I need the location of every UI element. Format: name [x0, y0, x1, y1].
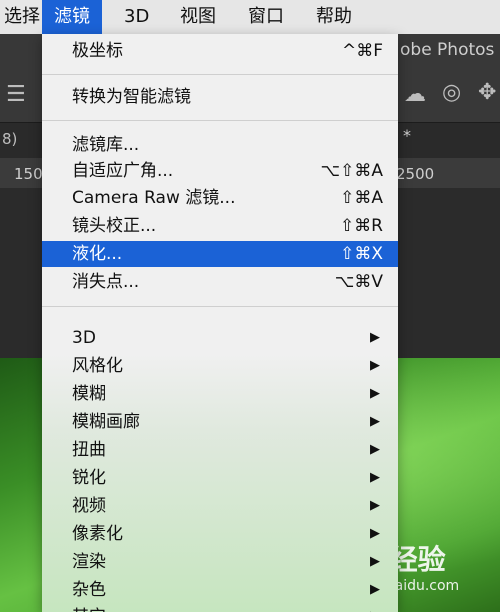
menu-separator — [42, 120, 398, 121]
menu-item-label: 消失点... — [72, 272, 140, 292]
menu-item-label: 其它 — [72, 604, 106, 612]
menu-item-distort[interactable]: 扭曲 ▶ — [42, 437, 398, 463]
menu-item-shortcut: ⇧⌘A — [340, 188, 383, 208]
menu-item-noise[interactable]: 杂色 ▶ — [42, 577, 398, 603]
menu-item-label: 极坐标 — [72, 41, 123, 61]
menu-item-filter-gallery[interactable]: 滤镜库... — [42, 132, 398, 158]
align-icon[interactable]: ☰ — [6, 84, 26, 106]
menu-item-vanishing-point[interactable]: 消失点... ⌥⌘V — [42, 269, 398, 295]
menu-item-shortcut: ⌥⌘V — [334, 272, 383, 292]
menu-item-label: 扭曲 — [72, 440, 106, 460]
submenu-arrow-icon: ▶ — [370, 330, 380, 345]
menu-item-lens-correction[interactable]: 镜头校正... ⇧⌘R — [42, 213, 398, 239]
menu-item-label: 渲染 — [72, 552, 106, 572]
menu-item-shortcut: ⇧⌘X — [340, 244, 383, 264]
submenu-arrow-icon: ▶ — [370, 526, 380, 541]
menu-item-render[interactable]: 渲染 ▶ — [42, 549, 398, 575]
orbit-icon[interactable]: ☁ — [404, 84, 426, 106]
submenu-arrow-icon: ▶ — [370, 414, 380, 429]
submenu-arrow-icon: ▶ — [370, 604, 380, 612]
submenu-arrow-icon: ▶ — [370, 470, 380, 485]
menu-item-blur[interactable]: 模糊 ▶ — [42, 381, 398, 407]
menu-item-liquify[interactable]: 液化... ⇧⌘X — [42, 241, 398, 267]
submenu-arrow-icon: ▶ — [370, 358, 380, 373]
menu-3d[interactable]: 3D — [112, 0, 161, 34]
ruler-label-right: 2500 — [396, 165, 435, 183]
window-title: obe Photos — [400, 40, 495, 60]
document-tab[interactable]: 8) — [2, 130, 17, 148]
menu-item-sharpen[interactable]: 锐化 ▶ — [42, 465, 398, 491]
menu-item-adaptive-wide-angle[interactable]: 自适应广角... ⌥⇧⌘A — [42, 158, 398, 184]
menu-item-3d[interactable]: 3D ▶ — [42, 325, 398, 351]
menu-item-video[interactable]: 视频 ▶ — [42, 493, 398, 519]
menu-item-label: 液化... — [72, 244, 123, 264]
submenu-arrow-icon: ▶ — [370, 442, 380, 457]
menu-item-shortcut: ⇧⌘R — [339, 216, 383, 236]
menu-item-pixelate[interactable]: 像素化 ▶ — [42, 521, 398, 547]
filter-dropdown-menu: 极坐标 ^⌘F 转换为智能滤镜 滤镜库... 自适应广角... ⌥⇧⌘A Cam… — [42, 34, 398, 612]
menu-bar: 选择 滤镜 3D 视图 窗口 帮助 — [0, 0, 500, 35]
menu-window[interactable]: 窗口 — [236, 0, 296, 34]
menu-item-label: 视频 — [72, 496, 106, 516]
menu-filter[interactable]: 滤镜 — [42, 0, 102, 34]
move-icon[interactable]: ✥ — [478, 82, 496, 104]
menu-separator — [42, 74, 398, 75]
menu-item-camera-raw[interactable]: Camera Raw 滤镜... ⇧⌘A — [42, 185, 398, 211]
submenu-arrow-icon: ▶ — [370, 498, 380, 513]
menu-item-shortcut: ⌥⇧⌘A — [320, 161, 383, 181]
modified-marker: * — [403, 126, 411, 145]
menu-item-blur-gallery[interactable]: 模糊画廊 ▶ — [42, 409, 398, 435]
menu-item-label: 模糊 — [72, 384, 106, 404]
menu-item-label: Camera Raw 滤镜... — [72, 188, 236, 208]
menu-item-label: 像素化 — [72, 524, 123, 544]
menu-item-label: 杂色 — [72, 580, 106, 600]
submenu-arrow-icon: ▶ — [370, 386, 380, 401]
menu-item-label: 3D — [72, 328, 96, 348]
menu-item-label: 模糊画廊 — [72, 412, 140, 432]
menu-item-label: 锐化 — [72, 468, 106, 488]
submenu-arrow-icon: ▶ — [370, 554, 380, 569]
menu-item-other[interactable]: 其它 ▶ — [42, 604, 398, 612]
menu-item-shortcut: ^⌘F — [341, 41, 383, 61]
submenu-arrow-icon: ▶ — [370, 582, 380, 597]
menu-item-stylize[interactable]: 风格化 ▶ — [42, 353, 398, 379]
menu-item-label: 自适应广角... — [72, 161, 174, 181]
menu-separator — [42, 306, 398, 307]
menu-item-label: 镜头校正... — [72, 216, 157, 236]
rotate-icon[interactable]: ◎ — [442, 82, 461, 104]
menu-item-last-filter[interactable]: 极坐标 ^⌘F — [42, 38, 398, 64]
menu-view[interactable]: 视图 — [168, 0, 228, 34]
menu-item-convert-smart-filter[interactable]: 转换为智能滤镜 — [42, 84, 398, 110]
menu-item-label: 风格化 — [72, 356, 123, 376]
menu-item-label: 转换为智能滤镜 — [72, 87, 191, 107]
menu-help[interactable]: 帮助 — [304, 0, 364, 34]
menu-item-label: 滤镜库... — [72, 135, 140, 155]
